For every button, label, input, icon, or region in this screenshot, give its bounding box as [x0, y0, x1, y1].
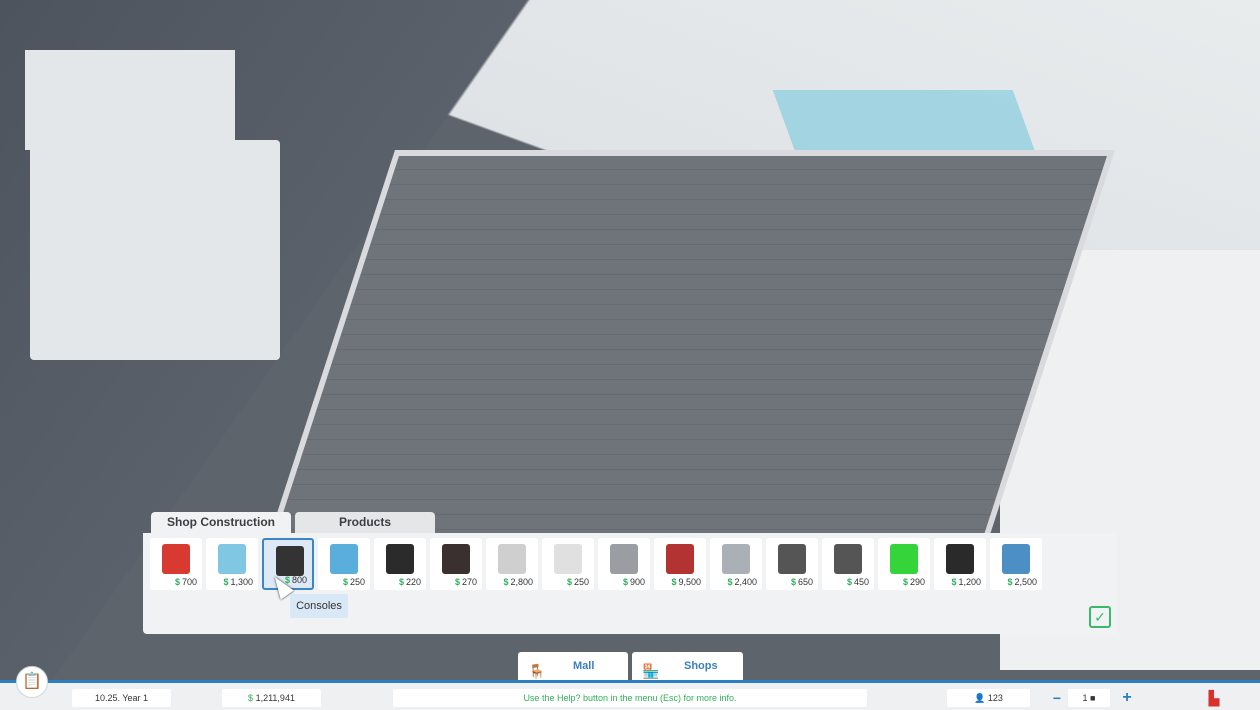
item-price: $220 — [398, 577, 421, 587]
item-pc-desk-row[interactable]: $900 — [598, 538, 650, 590]
cashier-counter-icon — [1002, 544, 1030, 574]
person-icon: 👤 — [974, 693, 986, 703]
pc-desk-row-icon — [610, 544, 638, 574]
product-shelf-icon — [442, 544, 470, 574]
vr-stand-icon — [554, 544, 582, 574]
tab-products[interactable]: Products — [295, 512, 435, 534]
camera-icon: ■ — [1090, 693, 1096, 703]
shop-floor[interactable] — [265, 150, 1115, 550]
cube-display-icon — [834, 544, 862, 574]
camera-speed: 1 ■ — [1068, 689, 1110, 707]
item-green-screen[interactable]: $290 — [878, 538, 930, 590]
item-price: $2,400 — [727, 577, 757, 587]
clipboard-button[interactable]: 📋 — [16, 666, 48, 698]
check-icon: ✓ — [1094, 609, 1106, 625]
item-product-shelf[interactable]: $270 — [430, 538, 482, 590]
item-gaming-chair[interactable]: $700 — [150, 538, 202, 590]
glass-wall-shelf-icon — [330, 544, 358, 574]
hint-message: Use the Help? button in the menu (Esc) f… — [393, 689, 867, 707]
gaming-desk-icon — [946, 544, 974, 574]
status-bar: 10.25. Year 1 $ 1,211,941 Use the Help? … — [0, 680, 1260, 710]
long-display-table-icon — [722, 544, 750, 574]
item-price: $700 — [174, 577, 197, 587]
visitor-count: 👤 123 — [947, 689, 1030, 707]
clipboard-icon: 📋 — [22, 673, 42, 690]
monitor-table-icon — [498, 544, 526, 574]
item-racing-simulator[interactable]: $650 — [766, 538, 818, 590]
racing-simulator-icon — [778, 544, 806, 574]
item-tooltip: Consoles — [290, 594, 348, 618]
glass-display-counter-icon — [218, 544, 246, 574]
item-price: $9,500 — [671, 577, 701, 587]
shops-tab[interactable]: 🏪 Shops — [632, 652, 743, 680]
zoom-out-button[interactable]: − — [1050, 689, 1064, 707]
fountain-plaza — [30, 140, 280, 360]
item-long-display-table[interactable]: $2,400 — [710, 538, 762, 590]
item-glass-wall-shelf[interactable]: $250 — [318, 538, 370, 590]
item-vr-stand[interactable]: $250 — [542, 538, 594, 590]
display-pedestal-icon — [386, 544, 414, 574]
item-price: $1,200 — [951, 577, 981, 587]
showcase-pedestal-icon — [666, 544, 694, 574]
money-display: $ 1,211,941 — [222, 689, 321, 707]
item-glass-display-counter[interactable]: $1,300 — [206, 538, 258, 590]
item-display-pedestal[interactable]: $220 — [374, 538, 426, 590]
item-cube-display[interactable]: $450 — [822, 538, 874, 590]
item-monitor-table[interactable]: $2,800 — [486, 538, 538, 590]
tab-shop-construction[interactable]: Shop Construction — [151, 512, 291, 534]
item-price: $900 — [622, 577, 645, 587]
item-price: $450 — [846, 577, 869, 587]
item-price: $2,500 — [1007, 577, 1037, 587]
zoom-in-button[interactable]: + — [1120, 689, 1134, 707]
planter-plaza — [25, 50, 235, 150]
item-price: $250 — [566, 577, 589, 587]
item-price: $1,300 — [223, 577, 253, 587]
gaming-chair-icon — [162, 544, 190, 574]
item-price: $290 — [902, 577, 925, 587]
green-screen-icon — [890, 544, 918, 574]
item-price: $270 — [454, 577, 477, 587]
item-showcase-pedestal[interactable]: $9,500 — [654, 538, 706, 590]
mall-tab[interactable]: 🪑 Mall — [518, 652, 628, 680]
item-price: $2,800 — [503, 577, 533, 587]
item-price: $250 — [342, 577, 365, 587]
build-panel: $700 $1,300 $800 $250 $220 $270 $2,800 $250 $900… — [143, 533, 1117, 634]
item-gaming-desk[interactable]: $1,200 — [934, 538, 986, 590]
confirm-button[interactable]: ✓ — [1089, 606, 1111, 628]
bulldozer-icon[interactable]: ▙ — [1200, 689, 1228, 707]
date-display: 10.25. Year 1 — [72, 689, 171, 707]
item-cashier-counter[interactable]: $2,500 — [990, 538, 1042, 590]
item-price: $650 — [790, 577, 813, 587]
